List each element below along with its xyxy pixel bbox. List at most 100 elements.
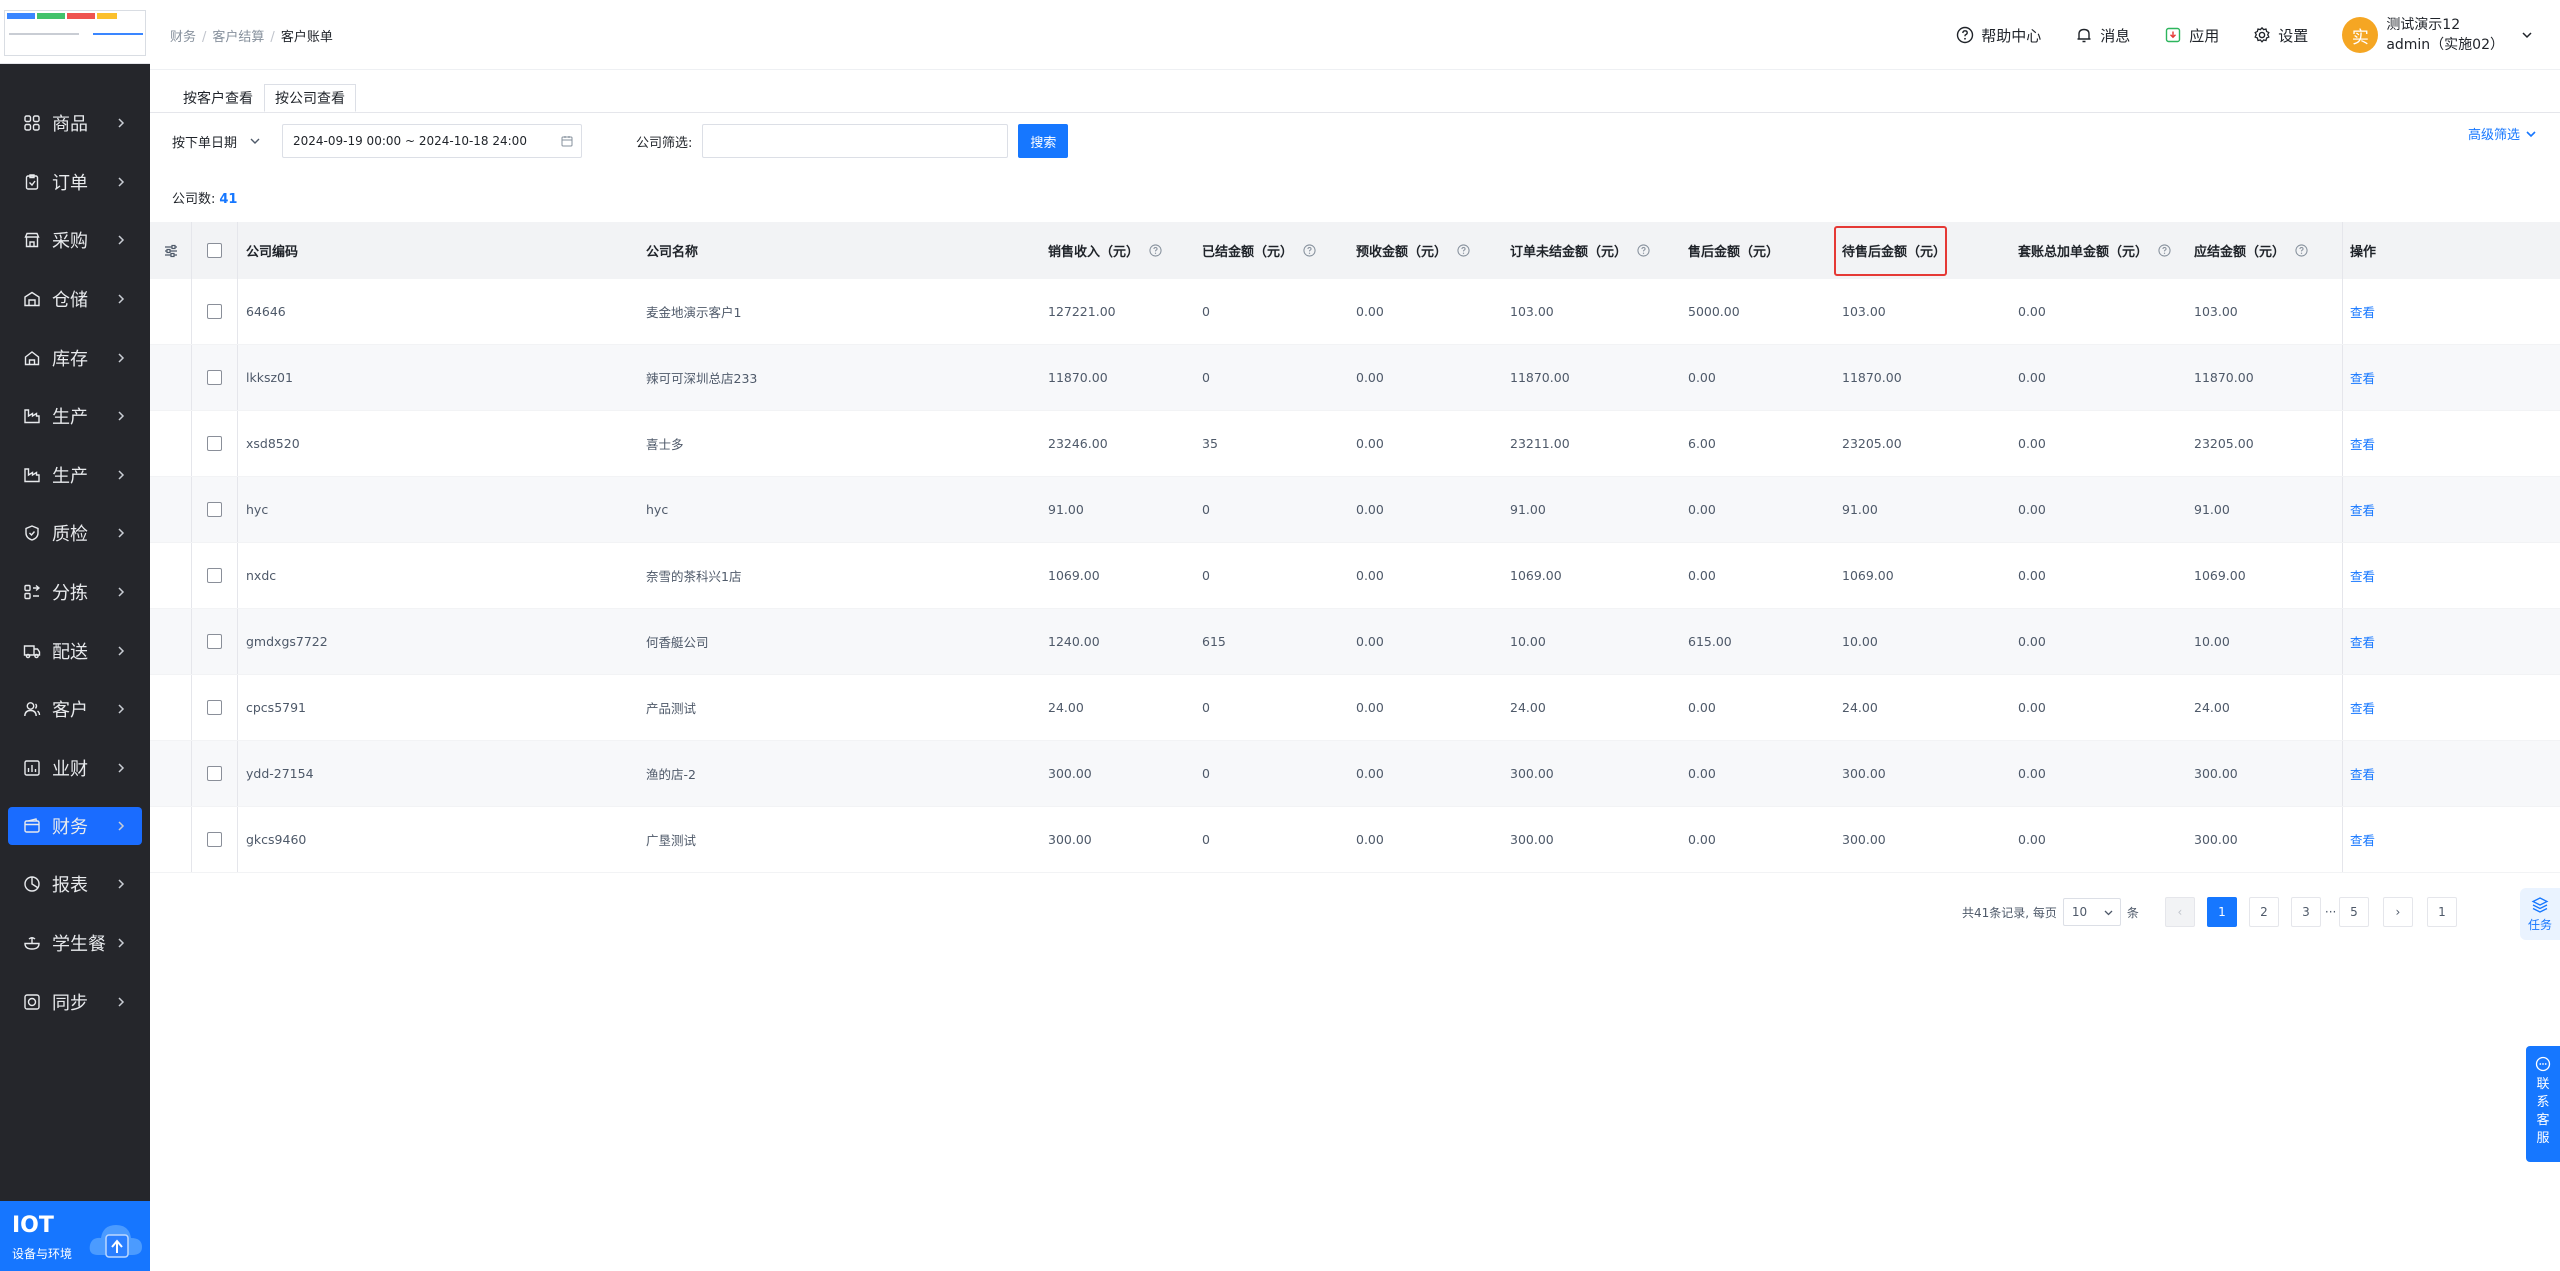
question-icon[interactable]: [2295, 244, 2308, 257]
view-link[interactable]: 查看: [2350, 698, 2375, 717]
sidebar-item[interactable]: 仓储: [0, 270, 150, 329]
next-page-button[interactable]: ›: [2382, 897, 2413, 927]
table-cell: 24.00: [1048, 700, 1084, 715]
sidebar-item[interactable]: 客户: [0, 680, 150, 739]
table-cell: 产品测试: [646, 701, 697, 716]
view-link[interactable]: 查看: [2350, 434, 2375, 453]
view-link[interactable]: 查看: [2350, 566, 2375, 585]
table-cell: 0.00: [1356, 370, 1384, 385]
column-header-label: 公司名称: [646, 245, 699, 260]
logo-thumbnail[interactable]: [4, 10, 146, 56]
column-header: 销售收入（元）: [1048, 222, 1162, 279]
sidebar-item[interactable]: 配送: [0, 621, 150, 680]
table-body: 64646 麦金地演示客户1 127221.00 0 0.00 103.00 5000.00…: [150, 279, 2560, 873]
table-row: nxdc 奈雪的茶科兴1店 1069.00 0 0.00 1069.00 0.00 1069.…: [150, 543, 2560, 609]
breadcrumb-item[interactable]: 客户结算: [212, 30, 264, 45]
apps-button[interactable]: 应用: [2164, 25, 2219, 46]
sidebar-item[interactable]: 质检: [0, 504, 150, 563]
table-cell: 300.00: [1048, 766, 1092, 781]
table-cell: 0.00: [1688, 568, 1716, 583]
iot-banner[interactable]: IOT 设备与环境: [0, 1201, 150, 1271]
company-filter-input[interactable]: [702, 124, 1009, 158]
view-link[interactable]: 查看: [2350, 500, 2375, 519]
messages-label: 消息: [2100, 26, 2131, 45]
company-count: 公司数: 41: [172, 188, 237, 207]
table-cell: 0.00: [2018, 436, 2046, 451]
pie-icon: [22, 874, 42, 894]
sidebar-item[interactable]: 生产: [0, 387, 150, 446]
page-jump-input[interactable]: 1: [2426, 897, 2457, 927]
contact-service-button[interactable]: 联 系 客 服: [2526, 1046, 2560, 1162]
question-icon[interactable]: [1637, 244, 1650, 257]
table-cell: 10.00: [1842, 634, 1878, 649]
table-cell: 1069.00: [2194, 568, 2246, 583]
view-link[interactable]: 查看: [2350, 764, 2375, 783]
page-button[interactable]: 5: [2338, 897, 2369, 927]
search-button[interactable]: 搜索: [1018, 124, 1069, 158]
row-checkbox[interactable]: [207, 436, 222, 451]
question-icon[interactable]: [1149, 244, 1162, 257]
column-header: 应结金额（元）: [2194, 222, 2308, 279]
row-checkbox[interactable]: [207, 832, 222, 847]
breadcrumb-current: 客户账单: [280, 30, 333, 45]
task-float-button[interactable]: 任务: [2520, 888, 2560, 940]
settings-label: 设置: [2278, 26, 2309, 45]
row-checkbox[interactable]: [207, 502, 222, 517]
table-cell: 1069.00: [1842, 568, 1894, 583]
page-size-value: 10: [2071, 905, 2088, 919]
messages-button[interactable]: 消息: [2075, 25, 2130, 46]
row-checkbox[interactable]: [207, 304, 222, 319]
chevron-right-icon: [118, 294, 125, 304]
view-link[interactable]: 查看: [2350, 632, 2375, 651]
sidebar-item[interactable]: 采购: [0, 211, 150, 270]
settings-button[interactable]: 设置: [2253, 25, 2308, 46]
view-link[interactable]: 查看: [2350, 368, 2375, 387]
table-cell: 0.00: [2018, 700, 2046, 715]
tab-by-customer[interactable]: 按客户查看: [172, 84, 264, 112]
sidebar-item-label: 库存: [52, 348, 88, 370]
chevron-right-icon: [118, 470, 125, 480]
table-row: xsd8520 喜士多 23246.00 35 0.00 23211.00 6.00 2320…: [150, 411, 2560, 477]
row-select-cell: [192, 279, 238, 344]
table-cell: 0.00: [1356, 436, 1384, 451]
sidebar-item[interactable]: 库存: [0, 328, 150, 387]
question-icon[interactable]: [1303, 244, 1316, 257]
question-icon[interactable]: [2158, 244, 2171, 257]
sidebar-item[interactable]: 分拣: [0, 563, 150, 622]
user-menu[interactable]: 实 测试演示12 admin（实施02）: [2342, 15, 2534, 55]
sidebar-item[interactable]: 生产: [0, 446, 150, 505]
view-link[interactable]: 查看: [2350, 830, 2375, 849]
question-icon[interactable]: [1457, 244, 1470, 257]
table-cell: 615: [1202, 634, 1226, 649]
advanced-filter-toggle[interactable]: 高级筛选: [2468, 124, 2538, 143]
page-size-select[interactable]: 10: [2062, 898, 2121, 926]
page-button[interactable]: 1: [2206, 897, 2237, 927]
row-checkbox[interactable]: [207, 370, 222, 385]
table-cell: 0.00: [1356, 766, 1384, 781]
sidebar-item[interactable]: 同步: [0, 972, 150, 1031]
row-checkbox[interactable]: [207, 700, 222, 715]
sidebar-item[interactable]: 学生餐: [0, 914, 150, 973]
pagination-ellipsis: ···: [2324, 905, 2337, 919]
help-center-button[interactable]: 帮助中心: [1956, 25, 2041, 46]
sidebar-item[interactable]: 财务: [8, 807, 142, 846]
select-all-checkbox[interactable]: [207, 243, 222, 258]
row-checkbox[interactable]: [207, 634, 222, 649]
tab-by-company[interactable]: 按公司查看: [264, 84, 356, 112]
page-button[interactable]: 2: [2248, 897, 2279, 927]
sidebar-item[interactable]: 商品: [0, 94, 150, 153]
prev-page-button[interactable]: ‹: [2164, 897, 2195, 927]
pagination-total: 共41条记录, 每页: [1962, 905, 2057, 920]
view-link[interactable]: 查看: [2350, 302, 2375, 321]
sidebar-item[interactable]: 业财: [0, 739, 150, 798]
column-settings[interactable]: [150, 222, 192, 279]
sidebar-item[interactable]: 报表: [0, 855, 150, 914]
breadcrumb-item[interactable]: 财务: [170, 30, 196, 45]
sidebar-item[interactable]: 订单: [0, 153, 150, 212]
row-checkbox[interactable]: [207, 568, 222, 583]
page-button[interactable]: 3: [2290, 897, 2321, 927]
date-range-picker[interactable]: 2024-09-19 00:00 ~ 2024-10-18 24:00: [282, 124, 582, 158]
table-row: gmdxgs7722 何香艇公司 1240.00 615 0.00 10.00 615.00…: [150, 609, 2560, 675]
row-checkbox[interactable]: [207, 766, 222, 781]
date-type-select[interactable]: 按下单日期: [172, 132, 282, 151]
